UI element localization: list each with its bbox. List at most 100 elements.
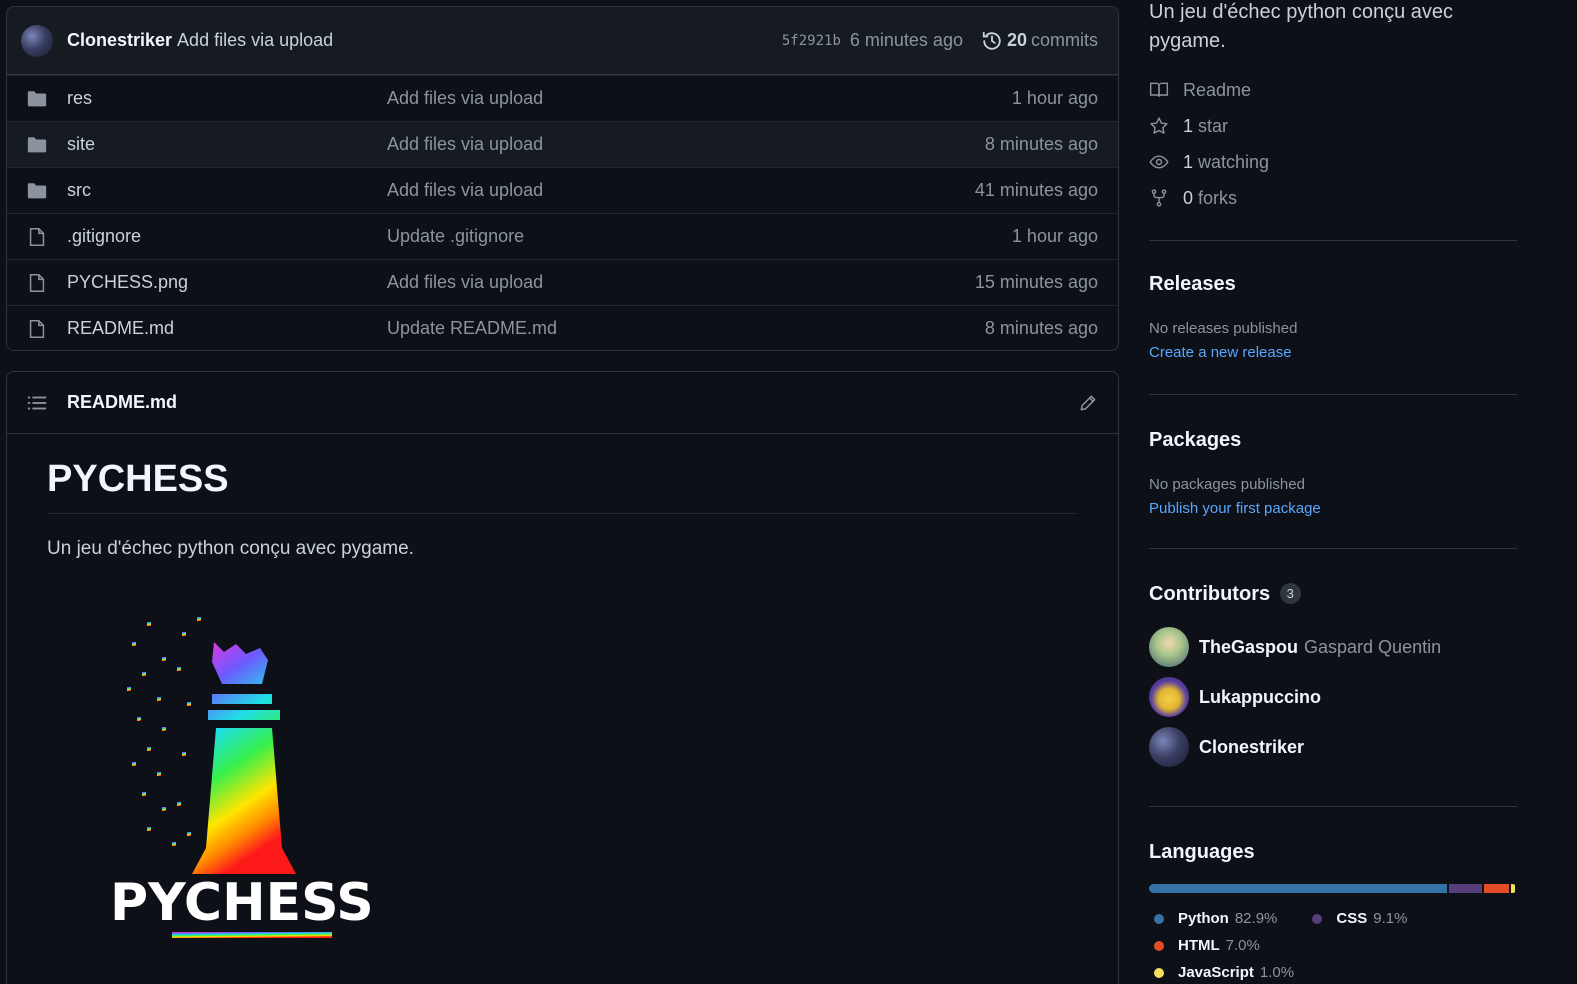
stars-label[interactable]: star: [1198, 116, 1228, 137]
language-item[interactable]: JavaScript 1.0%: [1154, 959, 1294, 984]
file-icon: [29, 273, 45, 292]
folder-icon: [27, 182, 47, 198]
readme-paragraph: Un jeu d'échec python conçu avec pygame.: [47, 538, 414, 559]
languages-title: Languages: [1149, 841, 1255, 863]
forks-count[interactable]: 0: [1183, 188, 1193, 209]
language-bar: [1149, 884, 1517, 893]
watching-count[interactable]: 1: [1183, 152, 1193, 173]
language-item[interactable]: Python 82.9%: [1154, 905, 1277, 932]
commit-author-avatar[interactable]: [21, 24, 53, 57]
contributor-login[interactable]: TheGaspou: [1199, 637, 1298, 658]
language-dot: [1312, 913, 1323, 924]
file-commit-message[interactable]: Add files via upload: [387, 180, 975, 201]
watching-link[interactable]: 1 watching: [1149, 144, 1517, 180]
commit-author[interactable]: Clonestriker: [67, 30, 172, 51]
watching-label[interactable]: watching: [1198, 152, 1269, 173]
avatar[interactable]: [1149, 677, 1189, 717]
contributor-item[interactable]: Lukappuccino: [1149, 672, 1517, 722]
avatar[interactable]: [1149, 627, 1189, 667]
file-name[interactable]: src: [67, 180, 387, 201]
file-name[interactable]: .gitignore: [67, 226, 387, 247]
file-row[interactable]: README.md Update README.md 8 minutes ago: [7, 305, 1118, 350]
file-icon: [29, 319, 45, 338]
forks-link[interactable]: 0 forks: [1149, 180, 1517, 216]
readme-panel: README.md PYCHESS Un jeu d'échec python …: [6, 371, 1119, 984]
language-percent: 1.0%: [1259, 964, 1295, 981]
language-percent: 9.1%: [1373, 910, 1408, 927]
contributor-name: Gaspard Quentin: [1304, 636, 1442, 657]
fork-icon: [1151, 189, 1167, 207]
file-commit-message[interactable]: Add files via upload: [387, 134, 985, 155]
contributor-item[interactable]: TheGaspou Gaspard Quentin: [1149, 622, 1517, 672]
file-time: 1 hour ago: [1011, 226, 1098, 246]
language-dot: [1154, 913, 1164, 924]
list-icon[interactable]: [26, 392, 48, 414]
contributor-login[interactable]: Lukappuccino: [1199, 687, 1321, 708]
file-browser: Clonestriker Add files via upload 5f2921…: [6, 6, 1119, 351]
contributors-title[interactable]: Contributors 3: [1149, 583, 1517, 606]
languages-section: Languages Python 82.9% CSS 9.1% HTML 7.0…: [1149, 841, 1517, 984]
folder-icon: [27, 90, 47, 106]
file-row[interactable]: site Add files via upload 8 minutes ago: [7, 121, 1118, 167]
language-item[interactable]: HTML 7.0%: [1154, 932, 1260, 959]
file-commit-message[interactable]: Add files via upload: [387, 88, 1012, 109]
readme-link[interactable]: Readme: [1149, 72, 1517, 108]
packages-empty: No packages published: [1149, 476, 1305, 493]
language-bar-segment: [1484, 884, 1510, 893]
file-commit-message[interactable]: Update .gitignore: [387, 226, 1012, 247]
file-row[interactable]: .gitignore Update .gitignore 1 hour ago: [7, 213, 1118, 259]
folder-icon: [27, 136, 47, 152]
create-release-link[interactable]: Create a new release: [1149, 344, 1292, 361]
language-item[interactable]: CSS 9.1%: [1312, 905, 1407, 932]
file-time: 15 minutes ago: [974, 272, 1098, 292]
file-time: 8 minutes ago: [984, 134, 1098, 154]
contributor-item[interactable]: Clonestriker: [1149, 722, 1517, 772]
file-row[interactable]: src Add files via upload 41 minutes ago: [7, 167, 1118, 213]
file-row[interactable]: res Add files via upload 1 hour ago: [7, 75, 1118, 121]
divider: [1149, 394, 1517, 395]
forks-label[interactable]: forks: [1198, 188, 1237, 209]
about-description: Un jeu d'échec python conçu avec pygame.: [1149, 1, 1454, 52]
commit-count-label[interactable]: commits: [1031, 30, 1098, 51]
file-name[interactable]: PYCHESS.png: [67, 272, 387, 293]
repo-sidebar: Un jeu d'échec python conçu avec pygame.…: [1149, 0, 1517, 984]
releases-title[interactable]: Releases: [1149, 273, 1517, 296]
file-commit-message[interactable]: Update README.md: [387, 318, 985, 339]
commit-sha[interactable]: 5f2921b: [782, 33, 841, 49]
publish-package-link[interactable]: Publish your first package: [1149, 500, 1321, 517]
file-name[interactable]: README.md: [67, 318, 387, 339]
commit-count[interactable]: 20: [1007, 30, 1027, 51]
language-percent: 7.0%: [1225, 937, 1260, 954]
readme-content: PYCHESS Un jeu d'échec python conçu avec…: [7, 434, 1118, 584]
avatar[interactable]: [1149, 727, 1189, 767]
file-time: 8 minutes ago: [984, 318, 1098, 338]
history-icon: [982, 31, 1001, 50]
divider: [1149, 240, 1517, 241]
language-dot: [1154, 940, 1164, 951]
file-name[interactable]: res: [67, 88, 387, 109]
readme-filename[interactable]: README.md: [67, 392, 177, 413]
stars-link[interactable]: 1 star: [1149, 108, 1517, 144]
star-icon: [1150, 117, 1168, 134]
file-row[interactable]: PYCHESS.png Add files via upload 15 minu…: [7, 259, 1118, 305]
language-bar-segment: [1149, 884, 1448, 893]
divider: [1149, 806, 1517, 807]
file-time: 1 hour ago: [1011, 88, 1098, 108]
pychess-logo-image: PYCHESS: [110, 617, 374, 938]
file-commit-message[interactable]: Add files via upload: [387, 272, 975, 293]
language-name: HTML: [1178, 937, 1220, 954]
contributors-label[interactable]: Contributors: [1149, 583, 1270, 605]
readme-label[interactable]: Readme: [1183, 80, 1251, 101]
file-name[interactable]: site: [67, 134, 387, 155]
language-bar-segment: [1449, 884, 1483, 893]
commit-message[interactable]: Add files via upload: [177, 30, 333, 51]
stars-count[interactable]: 1: [1183, 116, 1193, 137]
readme-heading: PYCHESS: [47, 458, 1078, 514]
contributors-count-badge: 3: [1279, 583, 1301, 604]
contributor-login[interactable]: Clonestriker: [1199, 737, 1304, 758]
packages-title[interactable]: Packages: [1149, 429, 1517, 452]
language-name: Python: [1178, 910, 1229, 927]
readme-header: README.md: [7, 372, 1118, 434]
commit-time[interactable]: 6 minutes ago: [850, 30, 963, 51]
pencil-icon[interactable]: [1078, 393, 1098, 413]
